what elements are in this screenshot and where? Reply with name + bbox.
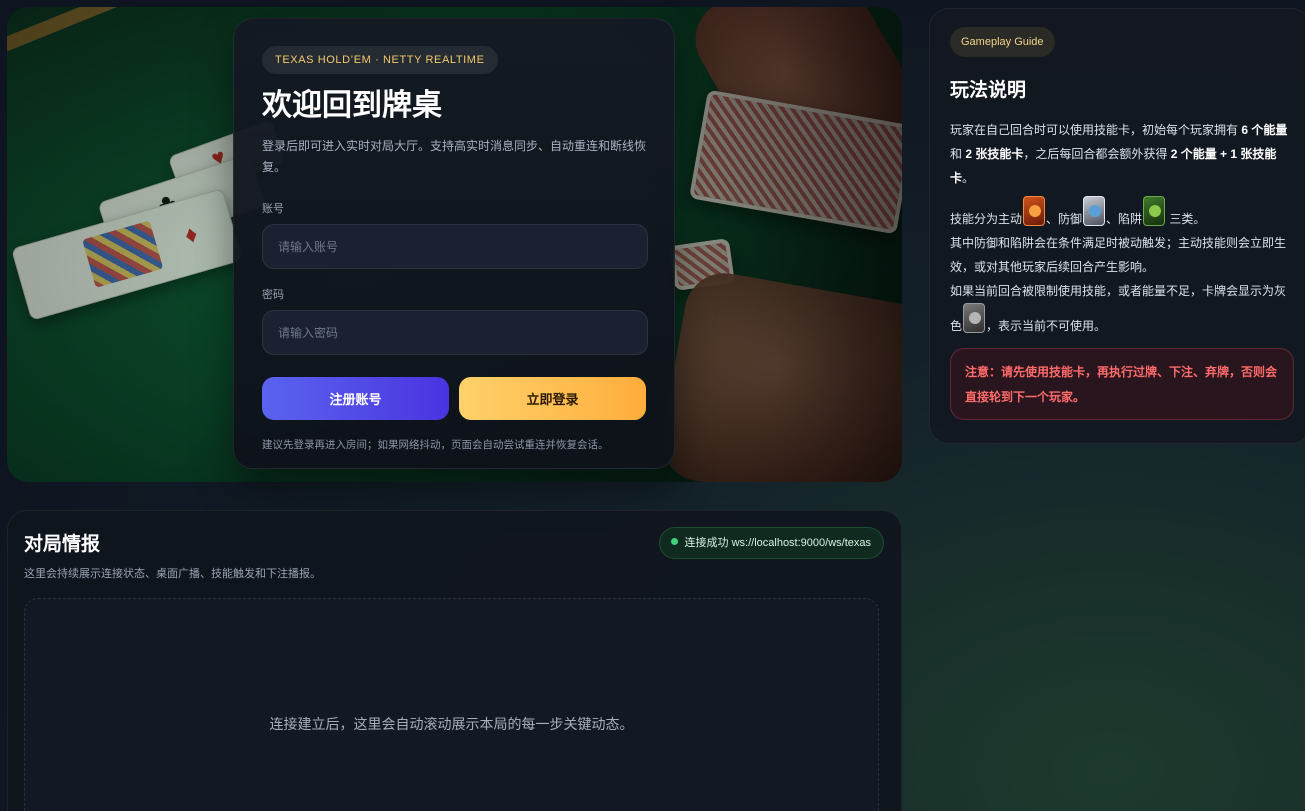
password-label: 密码 — [262, 289, 284, 301]
skill-trap-icon — [1143, 196, 1166, 226]
connection-status-badge: 连接成功 ws://localhost:9000/ws/texas — [658, 527, 884, 559]
connection-status-text: 连接成功 ws://localhost:9000/ws/texas — [684, 537, 871, 549]
login-button[interactable]: 立即登录 — [459, 377, 646, 420]
guide-paragraph-disabled: 如果当前回合被限制使用技能，或者能量不足，卡牌会显示为灰色 ，表示当前不可使用。 — [950, 279, 1293, 338]
guide-title: 玩法说明 — [950, 80, 1027, 101]
feed-log-area[interactable]: 连接建立后，这里会自动滚动展示本局的每一步关键动态。 — [24, 598, 879, 811]
guide-tag: Gameplay Guide — [950, 27, 1055, 57]
skill-defense-icon — [1083, 196, 1106, 226]
guide-text: 玩家在自己回合时可以使用技能卡，初始每个玩家拥有 — [950, 123, 1242, 137]
guide-paragraph-energy: 玩家在自己回合时可以使用技能卡，初始每个玩家拥有 6 个能量 和 2 张技能卡，… — [950, 118, 1293, 190]
feed-subtitle: 这里会持续展示连接状态、桌面广播、技能触发和下注播报。 — [24, 568, 321, 580]
login-description: 登录后即可进入实时对局大厅。支持高实时消息同步、自动重连和断线恢复。 — [262, 139, 647, 174]
guide-text: 技能分为主动 — [950, 212, 1023, 226]
game-feed-panel: 对局情报 这里会持续展示连接状态、桌面广播、技能触发和下注播报。 连接成功 ws… — [7, 510, 902, 811]
guide-paragraph-trigger: 其中防御和陷阱会在条件满足时被动触发；主动技能则会立即生效，或对其他玩家后续回合… — [950, 236, 1287, 274]
account-input[interactable] — [262, 224, 648, 269]
guide-text: 、陷阱 — [1106, 212, 1143, 226]
guide-paragraph-skill-types: 技能分为主动 、防御 、陷阱 三类。 — [950, 196, 1293, 231]
skill-gray-icon — [963, 303, 986, 333]
login-hint: 建议先登录再进入房间；如果网络抖动，页面会自动尝试重连并恢复会话。 — [262, 439, 609, 451]
guide-text: 和 — [950, 147, 966, 161]
status-dot-icon — [670, 538, 678, 545]
button-row: 注册账号 立即登录 — [262, 377, 646, 420]
hero-fade — [642, 7, 902, 482]
skill-active-icon — [1023, 196, 1046, 226]
feed-empty-text: 连接建立后，这里会自动滚动展示本局的每一步关键动态。 — [269, 716, 634, 732]
register-button[interactable]: 注册账号 — [262, 377, 449, 420]
guide-text: ，之后每回合都会额外获得 — [1023, 147, 1171, 161]
guide-text: 三类。 — [1166, 212, 1206, 226]
guide-text: 。 — [962, 171, 975, 185]
account-label: 账号 — [262, 203, 284, 215]
login-title: 欢迎回到牌桌 — [262, 89, 442, 122]
guide-text: ，表示当前不可使用。 — [986, 319, 1107, 333]
guide-bold: 6 个能量 — [1241, 123, 1288, 137]
warning-notice: 注意：请先使用技能卡，再执行过牌、下注、弃牌，否则会直接轮到下一个玩家。 — [950, 348, 1294, 420]
gameplay-guide-panel: Gameplay Guide 玩法说明 玩家在自己回合时可以使用技能卡，初始每个… — [929, 8, 1305, 444]
guide-bold: 2 张技能卡 — [965, 147, 1024, 161]
guide-text: 、防御 — [1046, 212, 1083, 226]
game-tag: TEXAS HOLD’EM · NETTY REALTIME — [262, 46, 498, 74]
login-panel: TEXAS HOLD’EM · NETTY REALTIME 欢迎回到牌桌 登录… — [233, 18, 675, 469]
password-input[interactable] — [262, 310, 648, 355]
